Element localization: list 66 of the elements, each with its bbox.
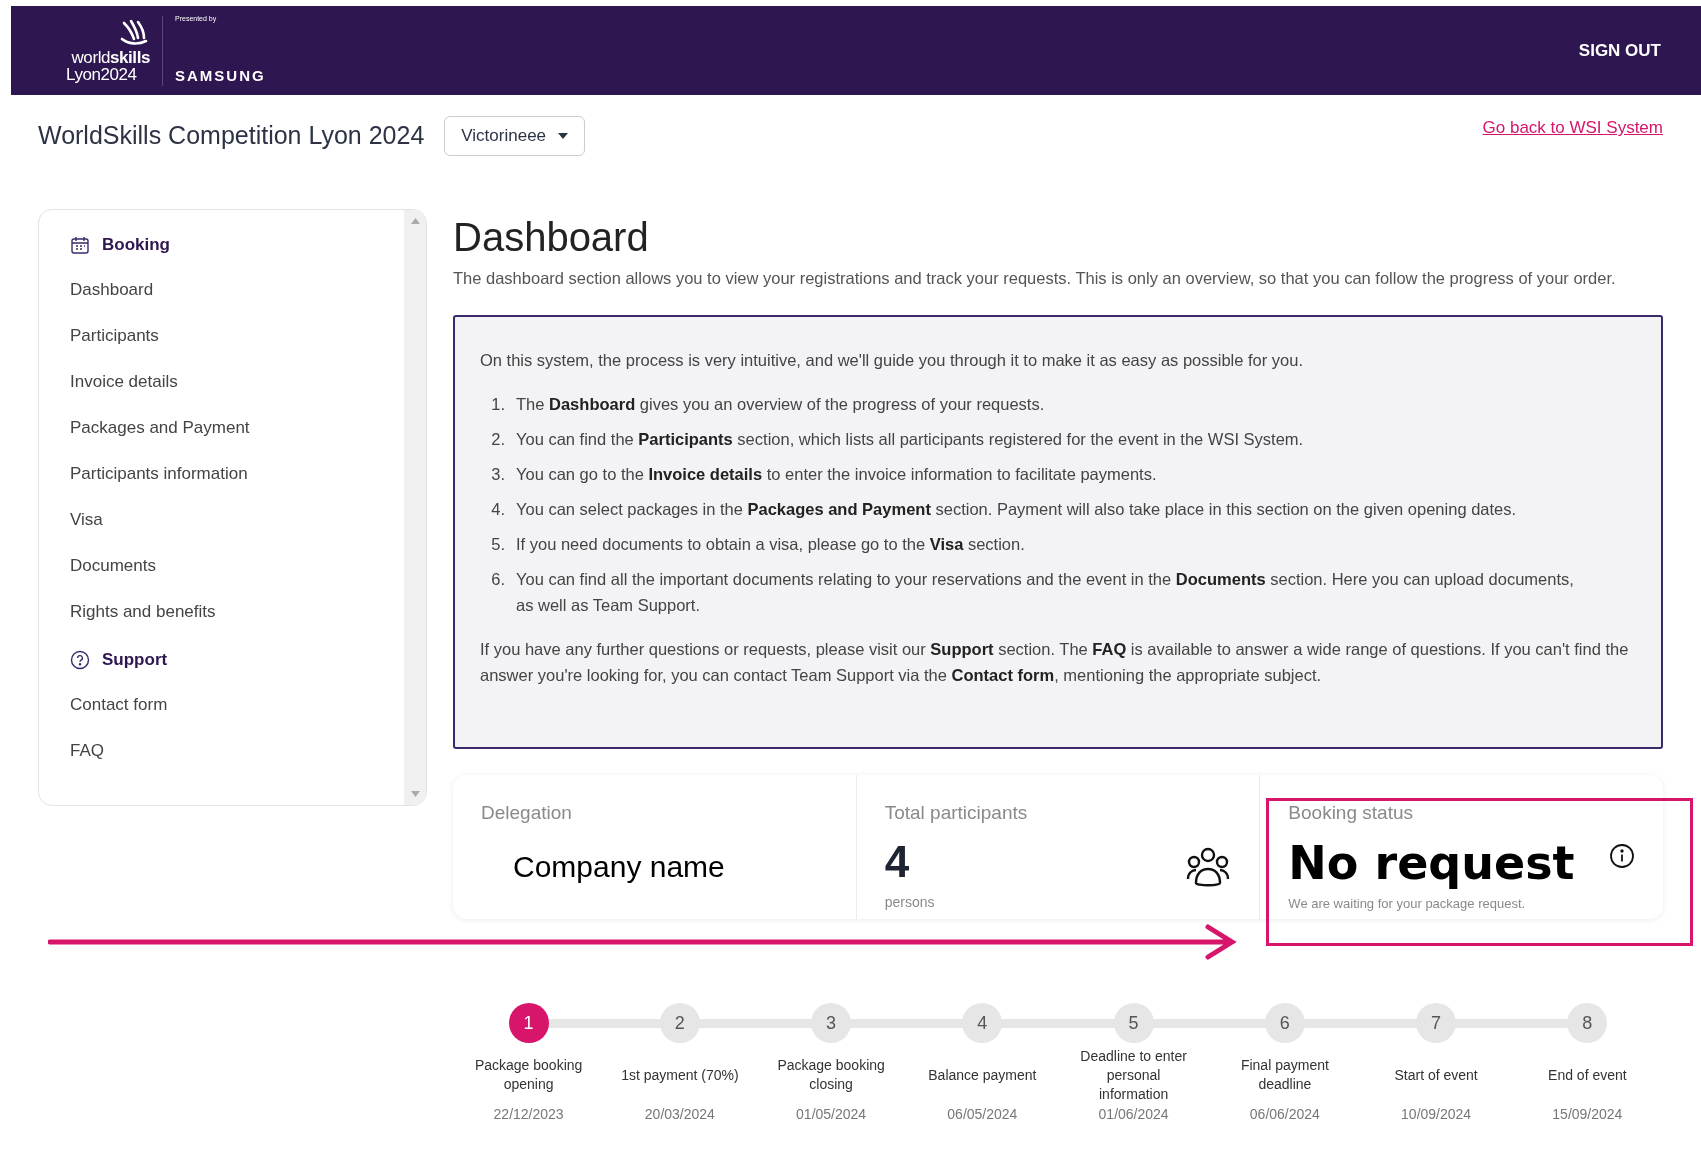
card-label: Booking status xyxy=(1288,801,1414,825)
list-number: 2. xyxy=(490,429,506,450)
step-date: 10/09/2024 xyxy=(1401,1105,1472,1123)
step-date: 06/06/2024 xyxy=(1249,1105,1320,1123)
logo-text: Lyon2024 xyxy=(66,65,137,83)
sidebar-item[interactable]: Dashboard xyxy=(70,277,154,303)
step-label: Deadline to enter personal information xyxy=(1079,1046,1188,1104)
section-description: The dashboard section allows you to view your registrations and track your requests. This is only an overview, so that you can follow the progress of your order. xyxy=(453,268,1617,289)
list-number: 4. xyxy=(490,499,506,520)
help-icon xyxy=(70,649,90,670)
step-date: 01/05/2024 xyxy=(796,1105,867,1123)
scroll-up-icon[interactable] xyxy=(410,218,420,224)
list-item-text: You can find all the important documents relating to your reservations and the event in the Documents section. Here you can upload documents, as well as Team Support. xyxy=(516,569,1575,616)
list-number: 5. xyxy=(490,534,506,555)
caret-icon xyxy=(558,133,569,139)
step-label: 1st payment (70%) xyxy=(620,1065,740,1085)
sidebar-item[interactable]: Participants information xyxy=(70,461,248,487)
sponsor-logo: SAMSUNG xyxy=(175,66,266,86)
delegation-dropdown[interactable]: Victorineee xyxy=(444,116,586,156)
sidebar-item[interactable]: Documents xyxy=(70,553,156,579)
sidebar-item[interactable]: Contact form xyxy=(70,692,168,718)
list-item-text: You can go to the Invoice details to enter the invoice information to facilitate payments. xyxy=(516,464,1158,485)
sign-out-button[interactable]: SIGN OUT xyxy=(1578,37,1661,64)
info-icon[interactable] xyxy=(1609,843,1635,869)
step-date: 01/06/2024 xyxy=(1098,1105,1169,1123)
info-paragraph: If you have any further questions or requests, please visit our Support section. The FAQ is available to answer a wide range of questions. If you can't find the answer you're looking for, you can contact Team Support via the Contact form, mentioning the appropriate subject. xyxy=(480,639,1630,686)
sidebar-item[interactable]: Packages and Payment xyxy=(70,415,250,441)
people-icon xyxy=(1185,847,1232,889)
card-label: Total participants xyxy=(884,801,1028,825)
sidebar-item[interactable]: Visa xyxy=(70,507,103,533)
card-label: Delegation xyxy=(481,801,573,825)
sidebar-item[interactable]: Invoice details xyxy=(70,369,178,395)
step-label: Final payment deadline xyxy=(1239,1056,1330,1094)
step-date: 20/03/2024 xyxy=(644,1105,715,1123)
participant-count: 4 xyxy=(884,839,911,884)
scroll-down-icon[interactable] xyxy=(410,791,420,797)
calendar-icon xyxy=(70,234,90,255)
info-paragraph: On this system, the process is very intuitive, and we'll guide you through it to make it as easy as possible for you. xyxy=(480,350,1305,371)
page-title: WorldSkills Competition Lyon 2024 xyxy=(38,120,425,152)
section-heading: Dashboard xyxy=(453,214,650,261)
step-label: Package booking opening xyxy=(473,1056,584,1094)
step-label: Package booking closing xyxy=(776,1056,886,1094)
step-date: 22/12/2023 xyxy=(493,1105,564,1123)
step-label: End of event xyxy=(1547,1065,1628,1085)
status-note: We are waiting for your package request. xyxy=(1288,894,1527,913)
list-item-text: If you need documents to obtain a visa, please go to the Visa section. xyxy=(516,534,1026,555)
step-date: 06/05/2024 xyxy=(947,1105,1018,1123)
sidebar-item[interactable]: Participants xyxy=(70,323,159,349)
count-unit: persons xyxy=(884,892,936,912)
list-item-text: You can find the Participants section, which lists all participants registered for the event in the WSI System. xyxy=(516,429,1305,450)
step-label: Balance payment xyxy=(927,1065,1038,1085)
list-number: 3. xyxy=(490,464,506,485)
list-number: 1. xyxy=(490,394,506,415)
delegation-name: Company name xyxy=(513,848,726,885)
back-link[interactable]: Go back to WSI System xyxy=(1482,115,1663,141)
list-item-text: You can select packages in the Packages and Payment section. Payment will also take place in this section on the given opening dates. xyxy=(516,499,1518,520)
logo-text: worldskills xyxy=(71,47,150,67)
list-item-text: The Dashboard gives you an overview of the progress of your requests. xyxy=(516,394,1046,415)
sidebar-item[interactable]: Rights and benefits xyxy=(70,599,216,625)
step-date: 15/09/2024 xyxy=(1552,1105,1623,1123)
sidebar-section-title: Support xyxy=(102,648,168,671)
scrollbar[interactable] xyxy=(404,210,426,805)
sidebar-item[interactable]: FAQ xyxy=(70,738,104,764)
step-label: Start of event xyxy=(1393,1065,1479,1085)
sidebar-section-title: Booking xyxy=(102,233,170,256)
list-number: 6. xyxy=(490,569,506,590)
